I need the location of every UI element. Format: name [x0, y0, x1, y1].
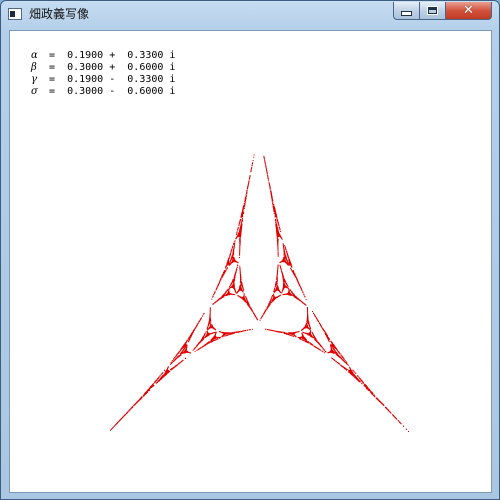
app-window: 畑政義写像 ✕ α = 0.1900 + 0.3300 i β = 0.3000…: [0, 0, 500, 500]
maximize-button[interactable]: [419, 2, 446, 20]
fractal-points: [110, 154, 409, 432]
minimize-button[interactable]: [393, 2, 420, 20]
fractal-path: [110, 154, 409, 432]
title-bar[interactable]: 畑政義写像 ✕: [1, 1, 499, 29]
drawing-canvas: α = 0.1900 + 0.3300 i β = 0.3000 + 0.600…: [9, 30, 492, 493]
minimize-icon: [401, 11, 412, 16]
close-button[interactable]: ✕: [445, 2, 492, 20]
close-icon: ✕: [463, 3, 474, 18]
hata-map-fractal: [110, 154, 409, 432]
window-title: 畑政義写像: [29, 7, 90, 21]
maximize-icon: [427, 6, 438, 15]
app-icon[interactable]: [8, 8, 22, 20]
